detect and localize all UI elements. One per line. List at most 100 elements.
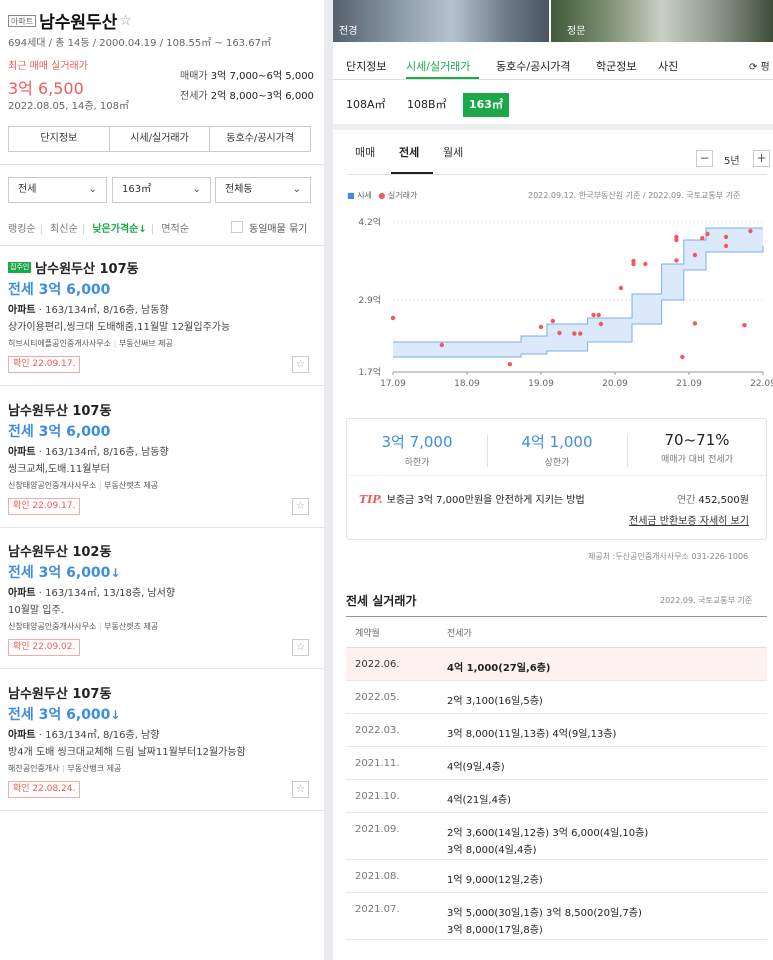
listing-title[interactable]: 남수원두산 107동	[8, 404, 111, 419]
divider	[0, 668, 324, 669]
actual-trade-point	[572, 331, 577, 336]
tab-complex-info[interactable]: 단지정보	[346, 58, 386, 74]
sort-low-price[interactable]: 낮은가격순↓	[92, 224, 146, 235]
bookmark-star-icon[interactable]: ☆	[292, 498, 309, 515]
left-tab-buttons: 단지정보 시세/실거래가 동호수/공시가격	[8, 126, 311, 152]
year-minus-button[interactable]: −	[696, 150, 713, 167]
divider	[487, 435, 488, 467]
data-provider: 제공처 :두산공인중개사사무소 031-226-1006	[588, 552, 749, 561]
listing-title[interactable]: 남수원두산 107동	[35, 262, 138, 277]
photo-label-gate: 정문	[567, 26, 586, 37]
tab-unit-price[interactable]: 동호수/공시가격	[210, 127, 310, 151]
actual-trade-point	[680, 354, 685, 360]
listing-title-row[interactable]: 남수원두산 102동	[8, 541, 111, 560]
listing-spec: 아파트 · 163/134㎡, 8/16층, 남향	[8, 726, 159, 741]
actual-trade-point	[748, 228, 753, 234]
actual-trade-point	[631, 258, 636, 264]
low-price-stat: 3억 7,000 하한가	[357, 431, 477, 468]
listing-title[interactable]: 남수원두산 102동	[8, 545, 111, 560]
trade-date: 2021.09.	[355, 824, 400, 835]
tab-school[interactable]: 학군정보	[596, 58, 636, 74]
listing-description: 방4개 도배 씽크대교체해 드림 날짜11월부터12월가능함	[8, 747, 246, 758]
listing-title[interactable]: 남수원두산 107동	[8, 687, 111, 702]
photo-exterior[interactable]	[333, 0, 549, 42]
sort-latest[interactable]: 최신순	[50, 224, 78, 235]
tab-complex-info[interactable]: 단지정보	[9, 127, 110, 151]
listing-type: 아파트	[8, 447, 36, 458]
listing-title-row[interactable]: 집주인 남수원두산 107동	[8, 258, 139, 277]
divider	[0, 385, 324, 386]
tab-price[interactable]: 시세/실거래가	[406, 58, 470, 74]
actual-trade-point	[692, 252, 698, 258]
size-108b[interactable]: 108B㎡	[407, 93, 447, 117]
trade-price: 4억 1,000(27일,6층)	[447, 663, 551, 674]
trade-section-title: 전세 실거래가	[346, 594, 417, 608]
agent-name: 신창태양공인중개사사무소	[8, 622, 97, 631]
listing-price: 전세 3억 6,000	[8, 279, 110, 299]
bookmark-star-icon[interactable]: ☆	[292, 639, 309, 656]
listing-price-value: 전세 3억 6,000	[8, 565, 111, 581]
confirm-date-badge: 확인 22.09.17.	[8, 356, 81, 373]
listing-spec: 아파트 · 163/134㎡, 13/18층, 남서향	[8, 584, 175, 599]
price-chart[interactable]: 4.2억 2.9억 1.7억17.09 18.09 19.09 20.09 21.09 22.…	[333, 210, 773, 400]
group-same-listing-label[interactable]: 동일매물 묶기	[249, 220, 307, 235]
trade-price: 2억 3,600(14일,12층) 3억 6,000(4일,10층)	[447, 828, 649, 839]
listing-price-value: 전세 3억 6,000	[8, 707, 111, 723]
trade-price: 4억(9일,4층)	[447, 762, 505, 773]
price-summary-box: 3억 7,000 하한가 4억 1,000 상한가 70~71% 매매가 대비 …	[346, 418, 768, 540]
rent-range-label: 전세가	[180, 91, 208, 102]
listing-title-row[interactable]: 남수원두산 107동	[8, 683, 111, 702]
annual-fee: 연간 452,500원	[677, 491, 749, 506]
high-price-label: 상한가	[544, 458, 570, 468]
panel-divider[interactable]	[324, 0, 333, 960]
rent-price-range: 전세가 2억 8,000~3억 6,000	[180, 87, 314, 102]
listing-description: 10월말 입주.	[8, 605, 64, 616]
tab-photos[interactable]: 사진	[658, 58, 678, 74]
ratio-label: 매매가 대비 전세가	[661, 455, 733, 465]
tab-unit-price[interactable]: 동호수/공시가격	[496, 58, 571, 74]
deal-tab-jeonse[interactable]: 전세	[399, 144, 419, 160]
listing-agent: 신창태양공인중개사사무소 | 부동산렛츠 제공	[8, 622, 159, 631]
actual-trade-point	[700, 236, 705, 241]
deal-tab-sale[interactable]: 매매	[355, 144, 375, 160]
trade-type-select[interactable]: 전세 ⌄	[8, 177, 107, 203]
guarantee-detail-link[interactable]: 전세금 반환보증 자세히 보기	[629, 512, 749, 527]
listing-spec-text: · 163/134㎡, 8/16층, 남동향	[35, 447, 169, 458]
x-tick-label: 17.09	[380, 379, 406, 389]
size-108a[interactable]: 108A㎡	[346, 93, 386, 117]
bookmark-star-icon[interactable]: ☆	[292, 781, 309, 798]
size-163[interactable]: 163㎡	[463, 93, 509, 117]
building-select[interactable]: 전체동 ⌄	[215, 177, 311, 203]
divider	[627, 435, 628, 467]
refresh-button[interactable]: ⟳ 평	[749, 58, 770, 73]
sort-ranking[interactable]: 랭킹순	[8, 224, 36, 235]
actual-trade-point	[723, 234, 729, 240]
chevron-down-icon: ⌄	[88, 184, 97, 195]
listing-title-row[interactable]: 남수원두산 107동	[8, 400, 111, 419]
confirm-date-badge: 확인 22.09.17.	[8, 498, 81, 515]
deal-tab-monthly[interactable]: 월세	[443, 144, 463, 160]
group-same-listing-checkbox[interactable]	[231, 221, 243, 233]
area-select[interactable]: 163㎡ ⌄	[112, 177, 211, 203]
trade-price-extra: 3억 8,000(4일,4층)	[447, 845, 537, 856]
sort-area[interactable]: 면적순	[161, 224, 189, 235]
favorite-star-icon[interactable]: ☆	[119, 13, 132, 29]
trade-row: 2021.09. 2억 3,600(14일,12층) 3억 6,000(4일,10…	[346, 813, 767, 860]
x-tick-label: 22.09	[750, 379, 773, 389]
active-tab-underline	[406, 77, 479, 79]
divider	[0, 164, 324, 165]
listing-panel: 아파트 남수원두산 ☆ 694세대 / 총 14동 / 2000.04.19 / 1…	[0, 0, 324, 960]
divider	[0, 810, 324, 811]
tab-price[interactable]: 시세/실거래가	[110, 127, 211, 151]
year-plus-button[interactable]: +	[753, 150, 770, 167]
bookmark-star-icon[interactable]: ☆	[292, 356, 309, 373]
trade-date: 2022.06.	[355, 659, 400, 670]
sale-range-value: 3억 7,000~6억 5,000	[210, 71, 314, 82]
listing-spec-text: · 163/134㎡, 13/18층, 남서향	[35, 588, 176, 599]
divider	[0, 527, 324, 528]
apartment-badge: 아파트	[8, 14, 37, 27]
trade-date: 2021.11.	[355, 758, 400, 769]
trade-row: 2021.07. 3억 5,000(30일,1층) 3억 8,500(20일,7층…	[346, 893, 767, 940]
complex-info: 694세대 / 총 14동 / 2000.04.19 / 108.55㎡ ~ 1…	[8, 38, 271, 49]
trade-price: 4억(21일,4층)	[447, 795, 512, 806]
